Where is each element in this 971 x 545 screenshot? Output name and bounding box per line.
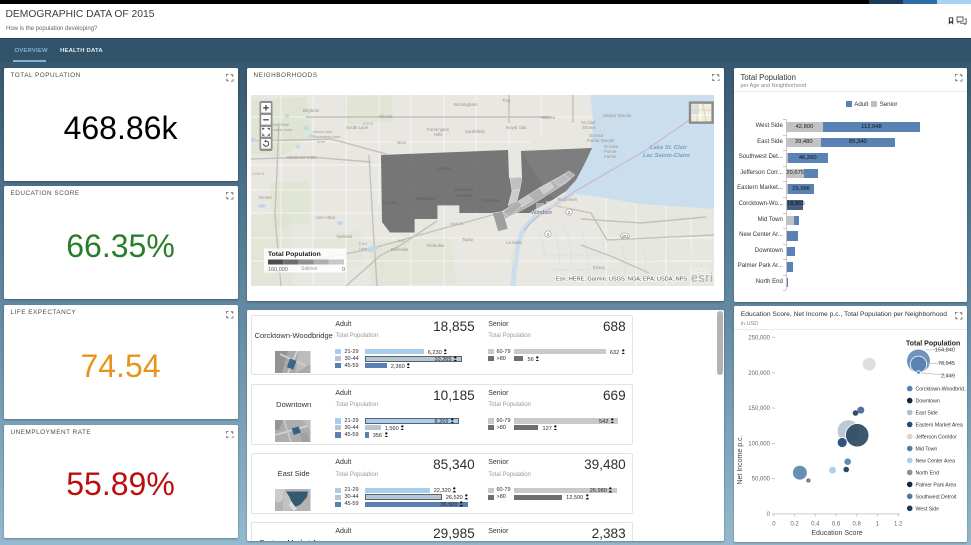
svg-text:North End: North End [915,470,938,476]
svg-text:West Side: West Side [915,506,939,512]
svg-text:Dearborn: Dearborn [454,187,474,192]
svg-text:Westland: Westland [416,196,436,201]
svg-text:Dexter: Dexter [259,195,272,200]
svg-text:Island Lake: Island Lake [313,130,332,134]
svg-text:New Center Area: New Center Area [915,458,955,464]
svg-text:Shores: Shores [582,125,597,130]
svg-text:Esri, HERE, Garmin, USGS, NGA,: Esri, HERE, Garmin, USGS, NGA, EPA, USDA… [556,277,687,283]
svg-text:Downtown: Downtown [915,399,939,405]
svg-text:Lake: Lake [359,247,367,251]
svg-text:150,000: 150,000 [748,406,770,412]
svg-text:Novi: Novi [397,140,406,145]
svg-text:0.2: 0.2 [790,522,799,528]
svg-text:Ann Arbor: Ann Arbor [316,215,336,220]
svg-text:Education Score: Education Score [811,530,862,537]
svg-text:esri: esri [691,271,713,285]
svg-text:Romulus: Romulus [427,243,445,248]
svg-text:0: 0 [766,512,770,518]
svg-text:Whitmore Lake: Whitmore Lake [287,155,317,160]
svg-text:Lac Sainte-Claire: Lac Sainte-Claire [643,153,691,159]
svg-text:Belleville: Belleville [391,247,409,252]
svg-text:Harper Woods: Harper Woods [603,113,632,118]
svg-text:Essex: Essex [593,265,606,270]
svg-text:Dearborn: Dearborn [482,198,502,203]
svg-text:Salines: Salines [301,266,318,272]
svg-text:78,945: 78,945 [938,361,955,367]
svg-text:Birmingham: Birmingham [454,102,478,107]
svg-text:Taylor: Taylor [462,237,474,242]
svg-text:Ford: Ford [359,242,367,246]
svg-text:Eastern Market Area: Eastern Market Area [915,423,962,429]
svg-text:Wixom: Wixom [379,114,393,119]
svg-text:200,000: 200,000 [748,371,770,377]
svg-text:0.4: 0.4 [811,522,820,528]
svg-text:Heights: Heights [457,193,473,198]
svg-text:Total Population: Total Population [268,251,321,258]
svg-text:Livonia: Livonia [436,166,451,171]
svg-text:250,000: 250,000 [748,336,770,342]
svg-text:Canton: Canton [382,200,397,205]
svg-text:Royal Oak: Royal Oak [506,125,527,130]
svg-text:0.8: 0.8 [852,522,861,528]
svg-text:Ypsilanti: Ypsilanti [336,234,352,239]
svg-text:1.2: 1.2 [894,522,903,528]
svg-text:Troy: Troy [502,98,511,103]
svg-text:Total Population: Total Population [906,341,960,348]
svg-text:970 R.: 970 R. [363,122,374,126]
svg-text:50,000: 50,000 [751,477,770,483]
svg-text:Farms: Farms [604,154,617,159]
svg-text:Corcktown-Woodbrid...: Corcktown-Woodbrid... [915,387,967,393]
svg-text:Southfield: Southfield [465,129,485,134]
svg-text:100,000: 100,000 [748,441,770,447]
svg-text:-94W-94: -94W-94 [449,222,464,226]
svg-text:0: 0 [342,267,345,273]
svg-text:Tecumseh: Tecumseh [557,197,578,202]
svg-text:Area: Area [317,140,326,144]
svg-text:1: 1 [876,522,880,528]
svg-text:Net Income p.c.: Net Income p.c. [737,435,744,484]
svg-text:160,000: 160,000 [268,267,288,273]
svg-text:-94E-: -94E- [397,239,407,243]
svg-text:Recreation Area: Recreation Area [313,135,341,139]
svg-text:Brighton: Brighton [303,108,320,113]
svg-text:401: 401 [622,234,630,239]
svg-text:Lake St. Clair: Lake St. Clair [650,145,687,151]
svg-text:-1034 ft: -1034 ft [251,172,265,176]
svg-text:Warren: Warren [541,115,556,120]
svg-text:Jefferson Corridor: Jefferson Corridor [915,435,957,441]
svg-text:East Side: East Side [915,411,937,417]
svg-text:154,840: 154,840 [935,348,955,354]
svg-text:Hills: Hills [434,132,443,137]
svg-text:Windsor: Windsor [531,210,552,216]
svg-text:Southwest Detroit: Southwest Detroit [915,494,957,500]
svg-text:2,449: 2,449 [941,374,955,380]
svg-text:Palmer Park Area: Palmer Park Area [915,482,956,488]
svg-text:Pointe Woods: Pointe Woods [587,138,615,143]
svg-text:0.6: 0.6 [832,522,841,528]
svg-text:Mid Town: Mid Town [915,447,937,453]
svg-text:La Salle: La Salle [506,240,522,245]
svg-text:0: 0 [772,522,776,528]
